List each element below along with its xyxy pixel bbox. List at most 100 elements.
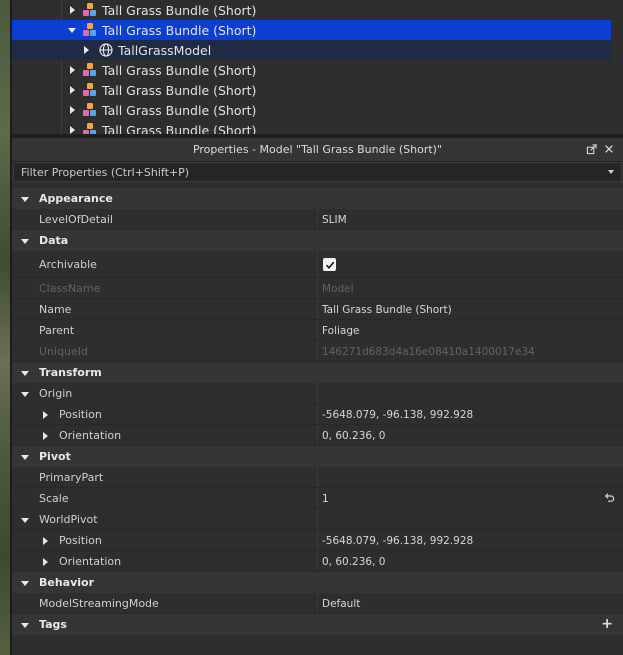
category-label: Data [39, 234, 69, 247]
property-name: Parent [39, 324, 75, 337]
property-row-origin-orientation[interactable]: Orientation 0, 60.236, 0 [12, 425, 623, 446]
collapse-arrow-icon[interactable] [20, 452, 30, 462]
game-viewport-edge [0, 0, 12, 655]
property-value[interactable]: Foliage [322, 325, 359, 337]
properties-title-bar: Properties - Model "Tall Grass Bundle (S… [12, 138, 623, 162]
model-icon [83, 103, 97, 117]
property-row-name[interactable]: Name Tall Grass Bundle (Short) [12, 299, 623, 320]
properties-panel: Properties - Model "Tall Grass Bundle (S… [12, 138, 623, 655]
model-icon [83, 63, 97, 77]
property-row-model-streaming-mode[interactable]: ModelStreamingMode Default [12, 593, 623, 614]
category-label: Transform [39, 366, 102, 379]
collapse-arrow-icon[interactable] [20, 578, 30, 588]
collapse-arrow-icon[interactable] [20, 194, 30, 204]
category-label: Pivot [39, 450, 71, 463]
property-name: Name [39, 303, 72, 316]
explorer-item-selected[interactable]: Tall Grass Bundle (Short) [12, 20, 611, 40]
property-name: UniqueId [39, 345, 89, 358]
explorer-item-child[interactable]: TallGrassModel [12, 40, 611, 60]
expand-arrow-icon[interactable] [40, 557, 50, 567]
explorer-item[interactable]: Tall Grass Bundle (Short) [12, 80, 611, 100]
property-name: Archivable [39, 258, 97, 271]
expand-arrow-icon[interactable] [67, 85, 77, 95]
property-value[interactable]: -5648.079, -96.138, 992.928 [322, 535, 473, 547]
property-name: WorldPivot [39, 513, 98, 526]
model-icon [83, 83, 97, 97]
property-row-pivot-orientation[interactable]: Orientation 0, 60.236, 0 [12, 551, 623, 572]
property-name: Position [59, 408, 102, 421]
collapse-arrow-icon[interactable] [20, 368, 30, 378]
category-transform[interactable]: Transform [12, 362, 623, 383]
category-data[interactable]: Data [12, 230, 623, 251]
collapse-arrow-icon[interactable] [67, 25, 77, 35]
property-name: ModelStreamingMode [39, 597, 159, 610]
property-row-pivot-position[interactable]: Position -5648.079, -96.138, 992.928 [12, 530, 623, 551]
expand-arrow-icon[interactable] [81, 45, 91, 55]
reset-icon[interactable] [603, 492, 615, 504]
property-row-class-name: ClassName Model [12, 278, 623, 299]
category-appearance[interactable]: Appearance [12, 188, 623, 209]
filter-properties[interactable] [13, 162, 622, 182]
property-row-world-pivot[interactable]: WorldPivot [12, 509, 623, 530]
property-value[interactable]: 0, 60.236, 0 [322, 430, 385, 442]
check-icon [325, 261, 334, 269]
category-label: Behavior [39, 576, 95, 589]
chevron-down-icon[interactable] [608, 170, 614, 174]
property-row-archivable[interactable]: Archivable [12, 251, 623, 278]
explorer-item-label: Tall Grass Bundle (Short) [102, 102, 257, 118]
category-behavior[interactable]: Behavior [12, 572, 623, 593]
undock-button[interactable] [585, 143, 597, 155]
property-name: ClassName [39, 282, 101, 295]
property-name: Origin [39, 387, 73, 400]
property-value[interactable]: 1 [322, 493, 329, 505]
explorer-item-label: Tall Grass Bundle (Short) [102, 2, 257, 18]
explorer-item-label: TallGrassModel [118, 42, 212, 58]
close-button[interactable] [603, 143, 615, 155]
property-row-scale[interactable]: Scale 1 [12, 488, 623, 509]
add-tag-icon[interactable]: + [601, 617, 613, 631]
property-value[interactable]: Tall Grass Bundle (Short) [322, 304, 452, 316]
model-icon [83, 23, 97, 37]
property-row-unique-id: UniqueId 146271d683d4a16e08410a1400017e3… [12, 341, 623, 362]
property-value[interactable]: Default [322, 598, 360, 610]
explorer-item-label: Tall Grass Bundle (Short) [102, 122, 257, 135]
filter-properties-input[interactable] [21, 165, 581, 179]
explorer-item[interactable]: Tall Grass Bundle (Short) [12, 0, 611, 20]
collapse-arrow-icon[interactable] [20, 389, 30, 399]
expand-arrow-icon[interactable] [67, 5, 77, 15]
category-pivot[interactable]: Pivot [12, 446, 623, 467]
property-row-origin[interactable]: Origin [12, 383, 623, 404]
expand-arrow-icon[interactable] [67, 105, 77, 115]
property-value: 146271d683d4a16e08410a1400017e34 [322, 345, 535, 358]
explorer-item[interactable]: Tall Grass Bundle (Short) [12, 100, 611, 120]
close-icon [605, 145, 613, 153]
property-row-origin-position[interactable]: Position -5648.079, -96.138, 992.928 [12, 404, 623, 425]
expand-arrow-icon[interactable] [67, 125, 77, 134]
archivable-checkbox[interactable] [323, 258, 336, 271]
category-tags[interactable]: Tags + [12, 614, 623, 635]
property-row-parent[interactable]: Parent Foliage [12, 320, 623, 341]
property-name: PrimaryPart [39, 471, 104, 484]
collapse-arrow-icon[interactable] [20, 620, 30, 630]
property-name: Position [59, 534, 102, 547]
collapse-arrow-icon[interactable] [20, 236, 30, 246]
globe-icon [99, 43, 113, 57]
property-value[interactable]: -5648.079, -96.138, 992.928 [322, 409, 473, 421]
expand-arrow-icon[interactable] [40, 431, 50, 441]
expand-arrow-icon[interactable] [67, 65, 77, 75]
explorer-item-label: Tall Grass Bundle (Short) [102, 22, 257, 38]
expand-arrow-icon[interactable] [40, 536, 50, 546]
property-value[interactable]: 0, 60.236, 0 [322, 556, 385, 568]
explorer-item-label: Tall Grass Bundle (Short) [102, 82, 257, 98]
property-row-primary-part[interactable]: PrimaryPart [12, 467, 623, 488]
model-icon [83, 3, 97, 17]
explorer-item[interactable]: Tall Grass Bundle (Short) [12, 60, 611, 80]
collapse-arrow-icon[interactable] [20, 515, 30, 525]
property-name: Orientation [59, 429, 122, 442]
explorer-item[interactable]: Tall Grass Bundle (Short) [12, 120, 611, 134]
property-value: Model [322, 282, 354, 295]
expand-arrow-icon[interactable] [40, 410, 50, 420]
property-row-level-of-detail[interactable]: LevelOfDetail SLIM [12, 209, 623, 230]
properties-title: Properties - Model "Tall Grass Bundle (S… [192, 143, 443, 156]
property-value[interactable]: SLIM [322, 214, 347, 226]
